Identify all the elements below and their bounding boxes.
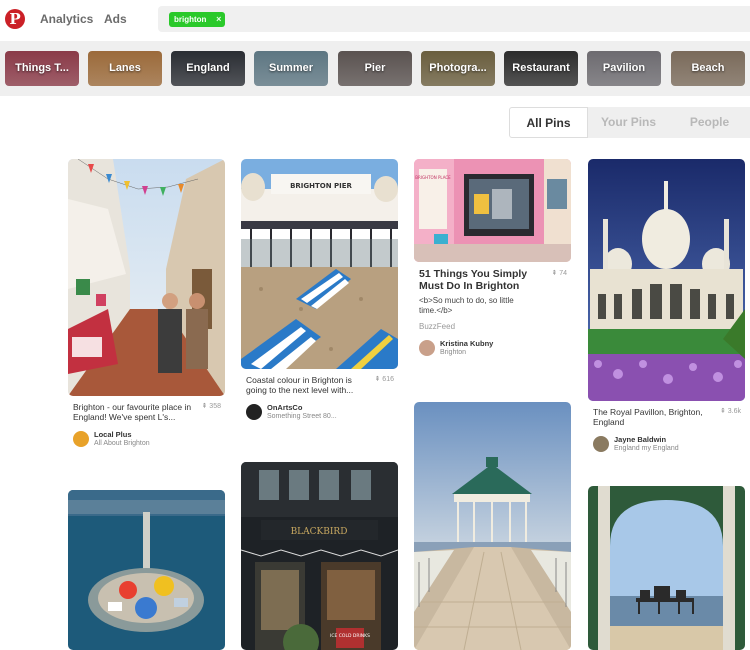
- place-sign: BRIGHTON PLACE: [415, 175, 451, 180]
- pin-description: <b>So much to do, so little time.</b>: [419, 296, 514, 315]
- pinterest-logo-icon[interactable]: P: [5, 9, 25, 29]
- guide-photography[interactable]: Photogra...: [421, 51, 495, 86]
- guide-pier[interactable]: Pier: [338, 51, 412, 86]
- avatar: [246, 404, 262, 420]
- guided-search-strip: Things T... Lanes England Summer Pier Ph…: [0, 41, 750, 96]
- guide-label: England: [186, 62, 230, 74]
- pinner-name: Local Plus: [94, 430, 132, 439]
- guide-label: Photogra...: [429, 62, 487, 74]
- pin-image-pier-deckchairs[interactable]: BRIGHTON PIER: [241, 159, 398, 369]
- board-name: Something Street 80...: [267, 413, 337, 420]
- search-tag-label: brighton: [174, 15, 207, 24]
- guide-restaurant[interactable]: Restaurant: [504, 51, 578, 86]
- guide-label: Pavilion: [602, 62, 646, 74]
- cafe-sign: BLACKBIRD: [291, 527, 348, 537]
- guide-summer[interactable]: Summer: [254, 51, 328, 86]
- pin-title: 51 Things You Simply Must Do In Brighton: [419, 268, 528, 292]
- pin-card[interactable]: [588, 486, 745, 650]
- guide-label: Things T...: [15, 62, 69, 74]
- pin-card[interactable]: BLACKBIRD ICE COLD DRINKS: [241, 462, 398, 650]
- guide-label: Summer: [268, 62, 314, 74]
- search-input[interactable]: brighton ×: [158, 6, 750, 32]
- top-bar: P Analytics Ads brighton ×: [0, 0, 750, 38]
- drinks-sign: ICE COLD DRINKS: [330, 633, 370, 639]
- pinner-info[interactable]: OnArtsCo Something Street 80...: [241, 403, 398, 423]
- guide-label: Lanes: [109, 62, 141, 74]
- guide-things-to-do[interactable]: Things T...: [5, 51, 79, 86]
- pin-card[interactable]: Brighton - our favourite place in Englan…: [68, 159, 225, 450]
- board-name: England my England: [614, 445, 679, 452]
- pin-image-blackbird-cafe[interactable]: BLACKBIRD ICE COLD DRINKS: [241, 462, 398, 650]
- board-name: All About Brighton: [94, 440, 150, 447]
- pin-image-bandstand[interactable]: [414, 402, 571, 650]
- repin-count: ⇞ 616: [374, 376, 395, 383]
- pin-image-lanes[interactable]: [68, 159, 225, 396]
- pinner-info[interactable]: Local Plus All About Brighton: [68, 430, 225, 450]
- tab-people[interactable]: People: [669, 107, 750, 138]
- guide-lanes[interactable]: Lanes: [88, 51, 162, 86]
- guide-england[interactable]: England: [171, 51, 245, 86]
- repin-count: ⇞ 358: [201, 403, 222, 410]
- pin-source[interactable]: BuzzFeed: [414, 322, 571, 331]
- remove-tag-icon[interactable]: ×: [216, 12, 221, 27]
- pin-card[interactable]: BRIGHTON PLACE 51 Things You Simply Must…: [414, 159, 571, 359]
- pin-card[interactable]: The Royal Pavillon, Brighton, England ⇞ …: [588, 159, 745, 455]
- repin-count: ⇞ 3.6k: [719, 408, 741, 415]
- pin-filter-tabs: All Pins Your Pins People: [509, 107, 750, 138]
- pin-description: The Royal Pavillon, Brighton, England: [593, 407, 703, 427]
- avatar: [73, 431, 89, 447]
- guide-beach[interactable]: Beach: [671, 51, 745, 86]
- board-name: Brighton: [440, 349, 467, 356]
- pin-description: Brighton - our favourite place in Englan…: [73, 402, 192, 422]
- guide-label: Restaurant: [512, 62, 570, 74]
- avatar: [419, 340, 435, 356]
- pin-card[interactable]: [68, 490, 225, 650]
- pinner-name: OnArtsCo: [267, 403, 303, 412]
- nav-analytics-link[interactable]: Analytics: [40, 12, 93, 26]
- tab-all-pins[interactable]: All Pins: [509, 107, 588, 138]
- nav-ads-link[interactable]: Ads: [104, 12, 127, 26]
- pin-description: Coastal colour in Brighton is going to t…: [246, 375, 354, 395]
- tab-your-pins[interactable]: Your Pins: [588, 107, 669, 138]
- pinner-info[interactable]: Jayne Baldwin England my England: [588, 435, 745, 455]
- pinner-name: Kristina Kubny: [440, 339, 494, 348]
- pier-sign: BRIGHTON PIER: [290, 182, 352, 190]
- guide-pavilion[interactable]: Pavilion: [587, 51, 661, 86]
- guide-label: Beach: [691, 62, 725, 74]
- pin-image-west-pier[interactable]: [588, 486, 745, 650]
- pinner-name: Jayne Baldwin: [614, 435, 667, 444]
- avatar: [593, 436, 609, 452]
- pin-image-pink-shop[interactable]: BRIGHTON PLACE: [414, 159, 571, 262]
- pin-image-royal-pavilion[interactable]: [588, 159, 745, 401]
- search-tag: brighton ×: [169, 12, 226, 27]
- pin-image-aerial-pier[interactable]: [68, 490, 225, 650]
- repin-count: ⇞ 74: [551, 270, 567, 277]
- pin-card[interactable]: BRIGHTON PIER Coastal colour in Brighton…: [241, 159, 398, 423]
- pin-card[interactable]: [414, 402, 571, 650]
- pinner-info[interactable]: Kristina Kubny Brighton: [414, 339, 571, 359]
- guide-label: Pier: [364, 62, 386, 74]
